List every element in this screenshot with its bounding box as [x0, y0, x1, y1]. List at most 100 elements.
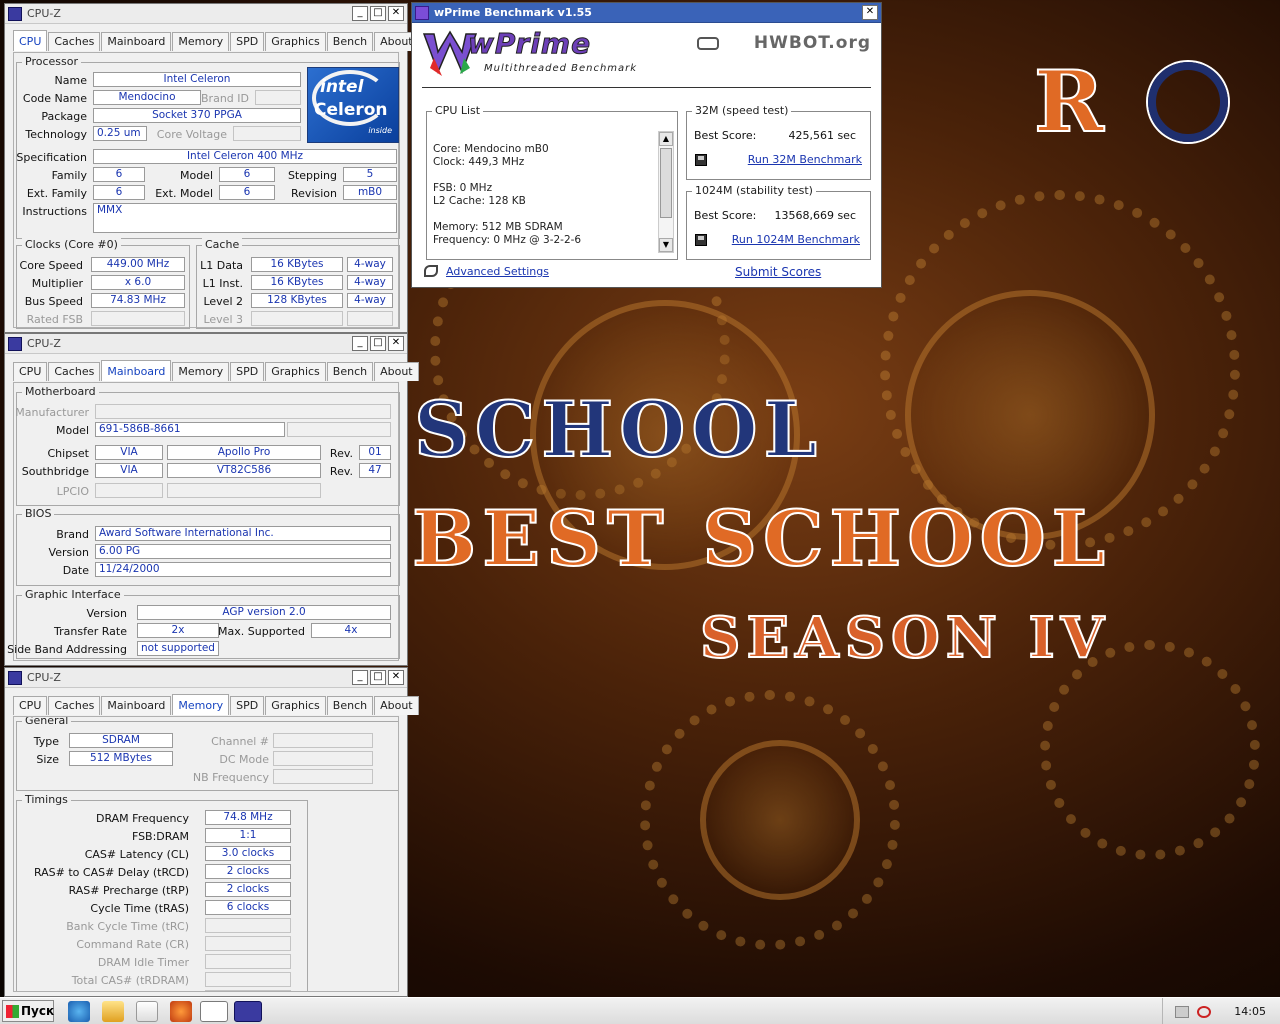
- tab-spd[interactable]: SPD: [230, 362, 265, 381]
- tab-graphics[interactable]: Graphics: [265, 32, 326, 51]
- maximize-button[interactable]: □: [370, 336, 386, 351]
- tab-memory[interactable]: Memory: [172, 32, 230, 51]
- cpu-list-scrollbar[interactable]: ▲ ▼: [658, 131, 674, 253]
- cpu-list-group: CPU List Core: Mendocino mB0 Clock: 449,3…: [426, 104, 678, 260]
- chipset-label: Chipset: [47, 447, 89, 460]
- explorer-folder-icon[interactable]: [102, 1001, 124, 1022]
- timing-value: [205, 954, 291, 969]
- timing-label: RAS# Precharge (tRP): [68, 884, 189, 897]
- minimize-button[interactable]: _: [352, 6, 368, 21]
- title-bar[interactable]: CPU-Z _ □ ✕: [5, 334, 407, 354]
- level2-assoc: 4-way: [347, 293, 393, 308]
- group-label: Motherboard: [22, 385, 99, 398]
- windows-logo-icon: [6, 1005, 19, 1018]
- tab-mainboard[interactable]: Mainboard: [101, 32, 172, 51]
- tab-memory[interactable]: Memory: [172, 362, 230, 381]
- l1-data-assoc: 4-way: [347, 257, 393, 272]
- tab-graphics[interactable]: Graphics: [265, 362, 326, 381]
- group-label: 32M (speed test): [692, 104, 792, 117]
- family-label: Family: [51, 169, 87, 182]
- technology-field: 0.25 um: [93, 126, 147, 141]
- tab-panel: Processor Name Intel Celeron Code Name M…: [13, 52, 400, 329]
- revision-label: Revision: [291, 187, 337, 200]
- timing-label: Bank Cycle Time (tRC): [66, 920, 189, 933]
- close-button[interactable]: ✕: [862, 5, 878, 20]
- timing-value: 2 clocks: [205, 864, 291, 879]
- title-bar[interactable]: CPU-Z _ □ ✕: [5, 4, 407, 24]
- tab-caches[interactable]: Caches: [48, 696, 101, 715]
- side-band-label: Side Band Addressing: [7, 643, 127, 656]
- save-floppy-icon[interactable]: [695, 234, 707, 246]
- timings-group: Timings DRAM Frequency 74.8 MHz FSB:DRAM 1:…: [16, 793, 308, 991]
- minimize-button[interactable]: _: [352, 670, 368, 685]
- run-32m-link[interactable]: Run 32M Benchmark: [748, 153, 862, 166]
- firefox-icon[interactable]: [170, 1001, 192, 1022]
- system-tray: 14:05: [1162, 998, 1280, 1024]
- tab-about[interactable]: About: [374, 362, 419, 381]
- timing-label: Total CAS# (tRDRAM): [71, 974, 189, 987]
- bios-date-label: Date: [62, 564, 89, 577]
- taskbar-cpuz-button[interactable]: [234, 1001, 262, 1022]
- cpu-list-line: Frequency: 0 MHz @ 3-2-2-6: [433, 234, 582, 246]
- tab-bench[interactable]: Bench: [326, 362, 374, 381]
- model-extra-field: [287, 422, 391, 437]
- wallpaper-o-logo: [1148, 62, 1228, 142]
- tab-cpu[interactable]: CPU: [13, 30, 48, 51]
- package-label: Package: [41, 110, 87, 123]
- tab-mainboard[interactable]: Mainboard: [101, 360, 172, 381]
- tab-spd[interactable]: SPD: [230, 32, 265, 51]
- internet-explorer-icon[interactable]: [68, 1001, 90, 1022]
- tab-spd[interactable]: SPD: [230, 696, 265, 715]
- submit-scores-link[interactable]: Submit Scores: [735, 265, 821, 279]
- run-1024m-link[interactable]: Run 1024M Benchmark: [732, 233, 860, 246]
- maximize-button[interactable]: □: [370, 670, 386, 685]
- tab-cpu[interactable]: CPU: [13, 362, 48, 381]
- taskbar-wprime-button[interactable]: [200, 1001, 228, 1022]
- l1-data-label: L1 Data: [200, 259, 243, 272]
- hwbot-logo[interactable]: HWBOT.org: [754, 33, 871, 53]
- settings-wrench-icon[interactable]: [424, 265, 438, 277]
- start-button[interactable]: Пуск: [2, 1000, 54, 1022]
- close-button[interactable]: ✕: [388, 6, 404, 21]
- gi-version-field: AGP version 2.0: [137, 605, 391, 620]
- southbridge-vendor-field: VIA: [95, 463, 163, 478]
- maximize-button[interactable]: □: [370, 6, 386, 21]
- tab-caches[interactable]: Caches: [48, 362, 101, 381]
- close-button[interactable]: ✕: [388, 670, 404, 685]
- save-floppy-icon[interactable]: [695, 154, 707, 166]
- tab-caches[interactable]: Caches: [48, 32, 101, 51]
- max-supported-field: 4x: [311, 623, 391, 638]
- max-supported-label: Max. Supported: [218, 625, 305, 638]
- tab-panel: General Type SDRAM Size 512 MBytes Chann…: [13, 716, 399, 992]
- header-divider: [422, 87, 871, 88]
- tab-about[interactable]: About: [374, 696, 419, 715]
- tab-graphics[interactable]: Graphics: [265, 696, 326, 715]
- chipset-rev-label: Rev.: [329, 447, 353, 460]
- size-field: 512 MBytes: [69, 751, 173, 766]
- advanced-settings-link[interactable]: Advanced Settings: [446, 265, 549, 278]
- title-bar[interactable]: wPrime Benchmark v1.55 ✕: [412, 3, 881, 23]
- motherboard-group: Motherboard Manufacturer Model 691-586B-…: [15, 385, 400, 506]
- family-field: 6: [93, 167, 145, 182]
- cpuz-app-icon: [8, 671, 22, 685]
- tab-bench[interactable]: Bench: [326, 696, 374, 715]
- test-32m-group: 32M (speed test) Best Score: 425,561 sec…: [686, 104, 871, 180]
- tab-mainboard[interactable]: Mainboard: [101, 696, 172, 715]
- tab-cpu[interactable]: CPU: [13, 696, 48, 715]
- scroll-down-arrow-icon[interactable]: ▼: [659, 238, 673, 252]
- action-center-icon[interactable]: [1175, 1006, 1189, 1018]
- scroll-up-arrow-icon[interactable]: ▲: [659, 132, 673, 146]
- tab-memory[interactable]: Memory: [172, 694, 230, 715]
- dc-mode-label: DC Mode: [219, 753, 269, 766]
- tray-clock[interactable]: 14:05: [1234, 1005, 1266, 1018]
- title-bar[interactable]: CPU-Z _ □ ✕: [5, 668, 407, 688]
- close-button[interactable]: ✕: [388, 336, 404, 351]
- minimize-button[interactable]: _: [352, 336, 368, 351]
- tab-bench[interactable]: Bench: [326, 32, 374, 51]
- scroll-thumb[interactable]: [660, 148, 672, 218]
- lpcio-name-field: [167, 483, 321, 498]
- volume-muted-icon[interactable]: [1197, 1006, 1211, 1018]
- chipset-vendor-field: VIA: [95, 445, 163, 460]
- cpu-list-line: L2 Cache: 128 KB: [433, 195, 526, 207]
- media-player-icon[interactable]: [136, 1001, 158, 1022]
